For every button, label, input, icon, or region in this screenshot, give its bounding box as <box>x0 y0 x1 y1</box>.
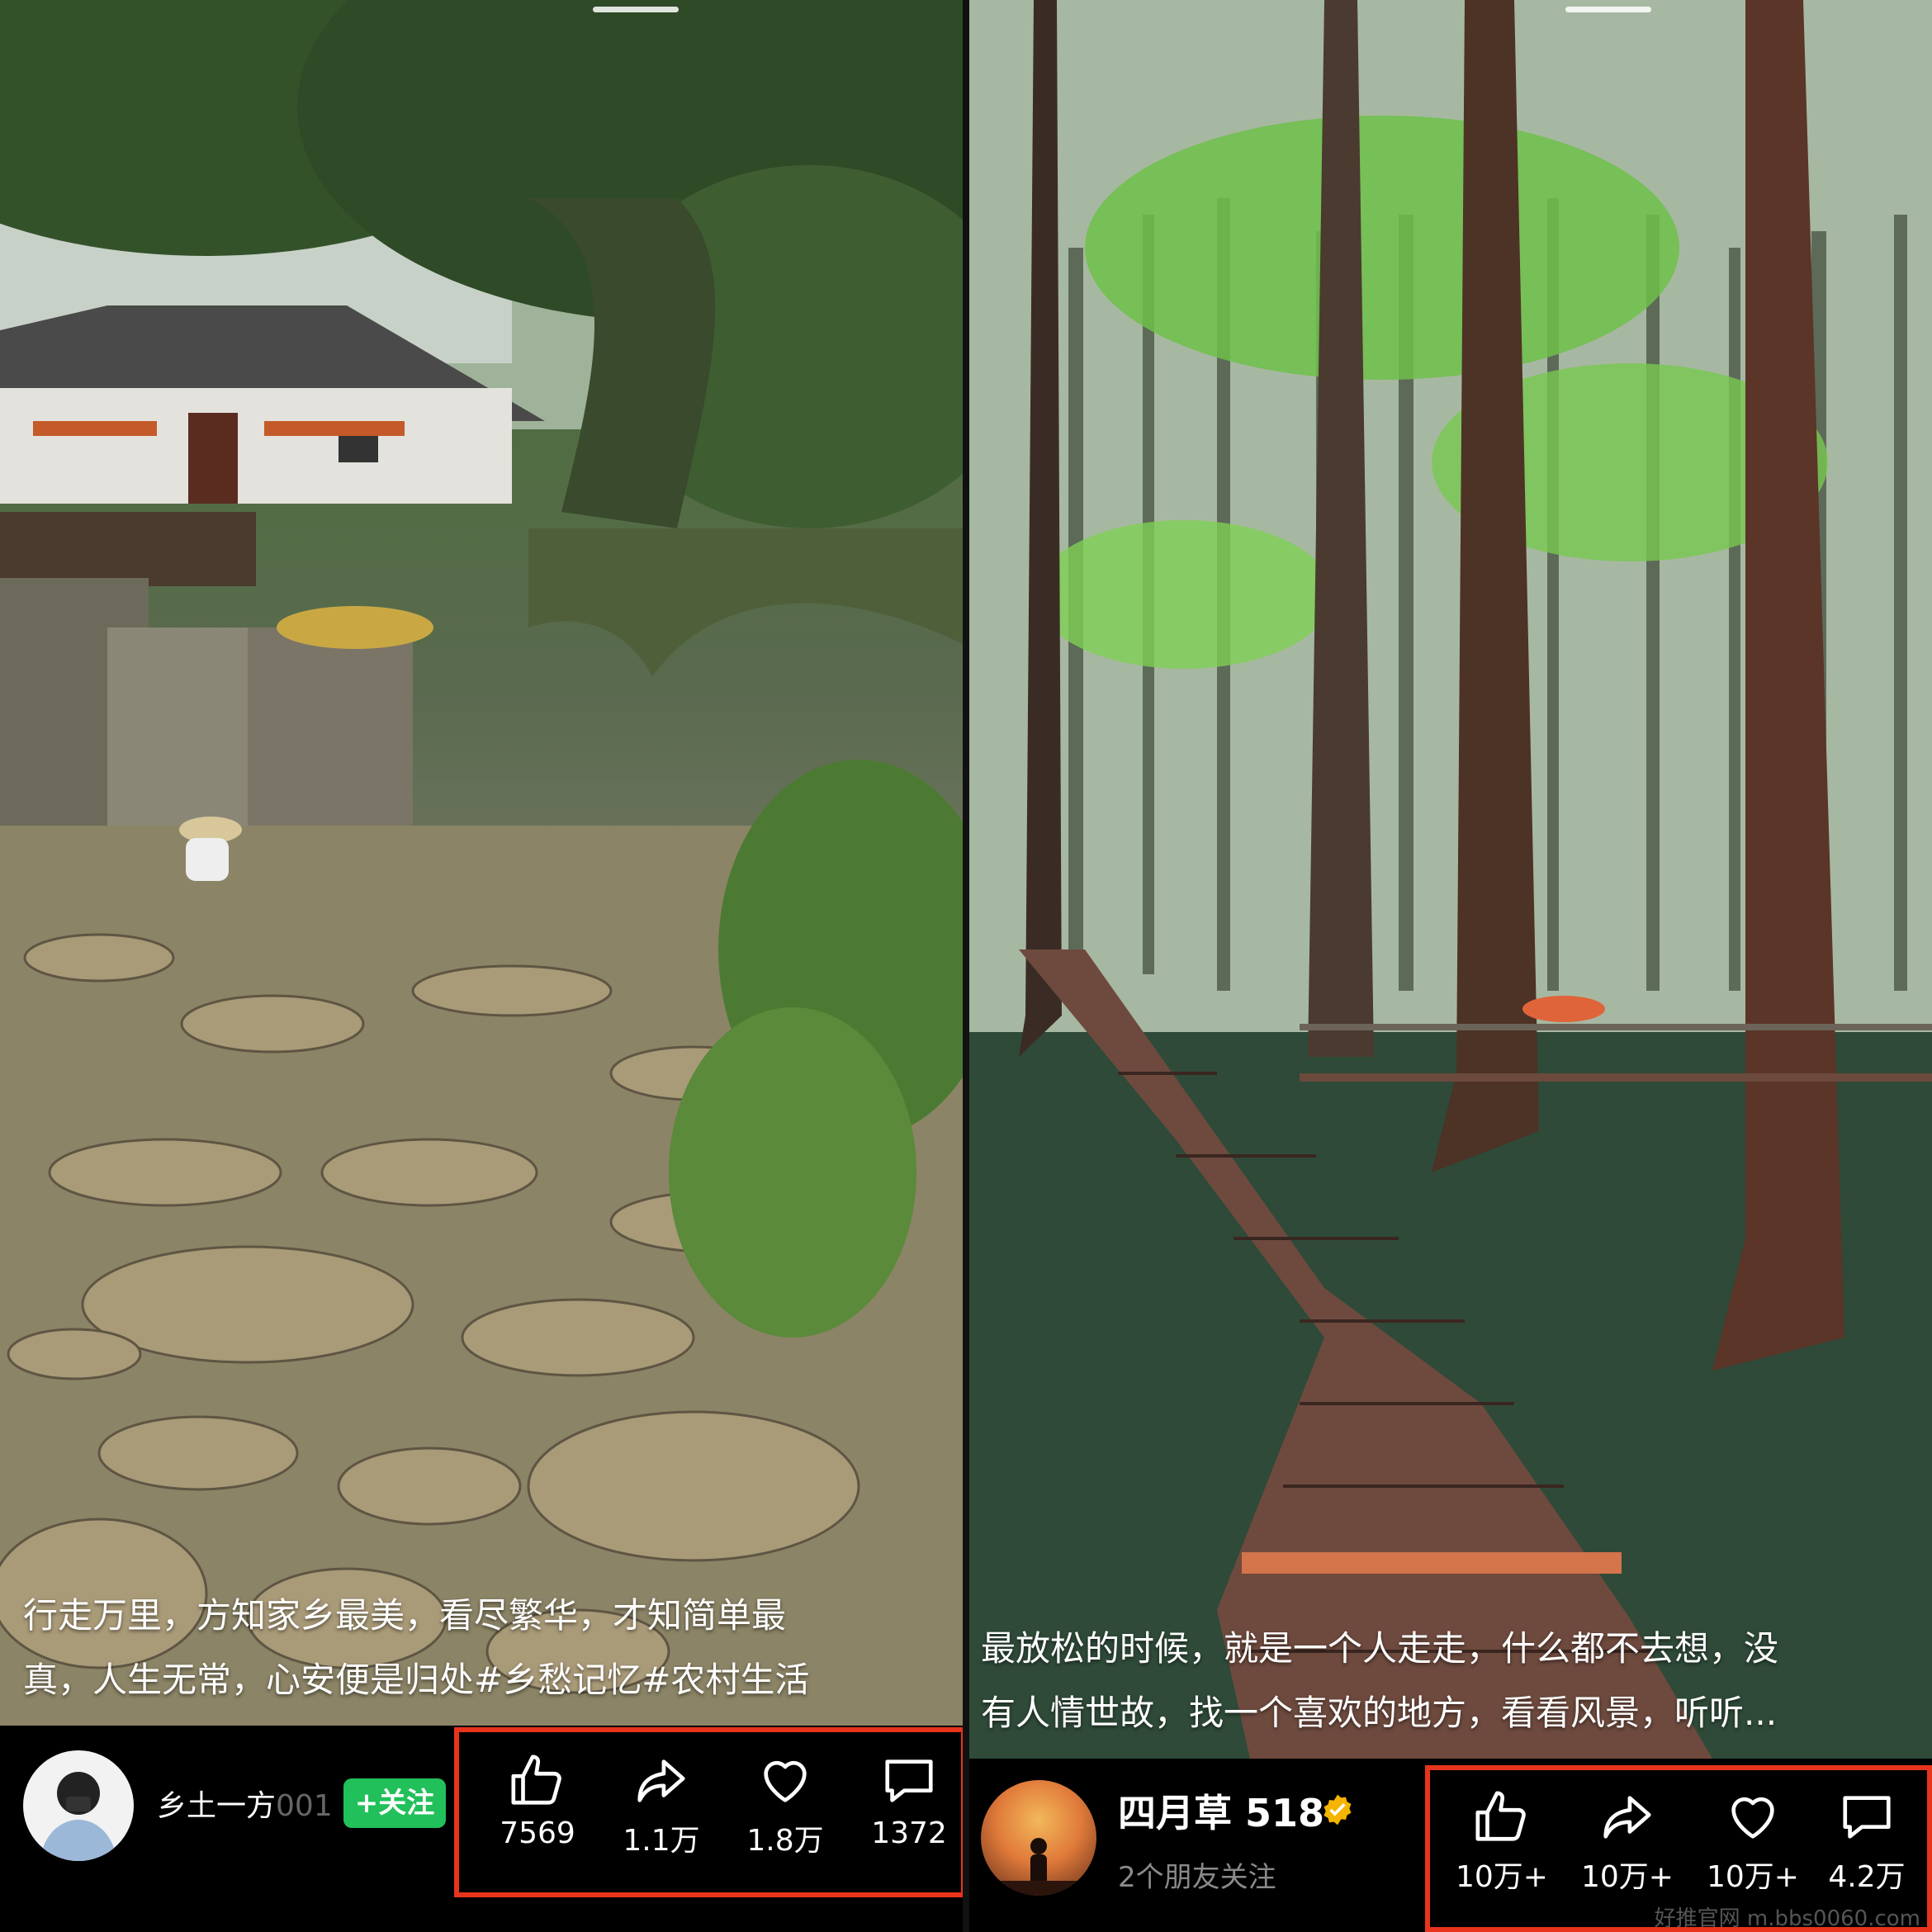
left-bottom-bar: 乡土一方001 +关注 7569 1.1万 1.8万 1372 <box>0 1726 963 1932</box>
favorite-count: 1.8万 <box>746 1824 824 1858</box>
author-avatar[interactable] <box>981 1780 1096 1896</box>
village-stream-scene <box>0 0 963 1726</box>
comment-icon <box>885 1759 933 1802</box>
site-watermark: 好推官网 m.bbs0060.com <box>1654 1906 1920 1931</box>
author-name[interactable]: 乡土一方001 <box>157 1782 333 1825</box>
panel-divider <box>963 0 969 1932</box>
home-indicator <box>1565 7 1651 12</box>
share-arrow-icon <box>1603 1796 1651 1839</box>
comment-button[interactable]: 4.2万 <box>1805 1788 1929 1896</box>
caption-line-1: 行走万里，方知家乡最美，看尽繁华，才知简单最 <box>23 1595 787 1636</box>
author-name-suffix: 001 <box>276 1789 333 1823</box>
right-bottom-bar: 四月草 518 2个朋友关注 10万+ 10万+ 10万+ 4.2万 好推官网 … <box>969 1759 1932 1932</box>
share-count: 1.1万 <box>623 1824 700 1858</box>
like-count: 7569 <box>500 1816 575 1850</box>
left-video-post: 行走万里，方知家乡最美，看尽繁华，才知简单最 真，人生无常，心安便是归处#乡愁记… <box>0 0 963 1932</box>
author-name[interactable]: 四月草 518 <box>1118 1783 1324 1838</box>
friends-following-text: 2个朋友关注 <box>1118 1861 1276 1894</box>
video-frame-village-stream[interactable]: 行走万里，方知家乡最美，看尽繁华，才知简单最 真，人生无常，心安便是归处#乡愁记… <box>0 0 963 1726</box>
thumbs-up-icon <box>1475 1791 1526 1841</box>
like-button[interactable]: 10万+ <box>1440 1788 1564 1896</box>
share-count: 10万+ <box>1581 1860 1674 1894</box>
forest-boardwalk-scene <box>969 0 1932 1759</box>
like-button[interactable]: 7569 <box>476 1752 599 1850</box>
left-caption: 行走万里，方知家乡最美，看尽繁华，才知简单最 真，人生无常，心安便是归处#乡愁记… <box>23 1584 931 1712</box>
right-video-post: 最放松的时候，就是一个人走走，什么都不去想，没 有人情世故，找一个喜欢的地方，看… <box>969 0 1932 1932</box>
photographer-avatar-icon <box>40 1772 117 1861</box>
favorite-button[interactable]: 10万+ <box>1691 1788 1815 1896</box>
share-arrow-icon <box>637 1759 685 1802</box>
favorite-button[interactable]: 1.8万 <box>723 1752 847 1859</box>
author-avatar[interactable] <box>23 1750 134 1861</box>
thumbs-up-icon <box>511 1754 561 1805</box>
like-count: 10万+ <box>1456 1860 1548 1894</box>
right-caption: 最放松的时候，就是一个人走走，什么都不去想，没 有人情世故，找一个喜欢的地方，看… <box>981 1617 1889 1745</box>
follow-button[interactable]: +关注 <box>343 1778 446 1828</box>
screenshot-collage: 行走万里，方知家乡最美，看尽繁华，才知简单最 真，人生无常，心安便是归处#乡愁记… <box>0 0 1932 1932</box>
favorite-count: 10万+ <box>1707 1860 1799 1894</box>
share-button[interactable]: 10万+ <box>1565 1788 1689 1896</box>
heart-icon <box>1731 1797 1774 1839</box>
comment-count: 1372 <box>871 1816 947 1850</box>
sunset-silhouette-avatar-icon <box>981 1838 1096 1896</box>
home-indicator <box>593 7 679 12</box>
verified-badge-icon <box>1324 1794 1352 1825</box>
caption-line-2: 有人情世故，找一个喜欢的地方，看看风景，听听... <box>981 1693 1778 1733</box>
caption-line-2: 真，人生无常，心安便是归处#乡愁记忆#农村生活 <box>23 1660 810 1700</box>
video-frame-forest-boardwalk[interactable]: 最放松的时候，就是一个人走走，什么都不去想，没 有人情世故，找一个喜欢的地方，看… <box>969 0 1932 1759</box>
heart-icon <box>764 1760 807 1802</box>
author-name-text: 乡土一方 <box>157 1789 277 1823</box>
comment-icon <box>1843 1796 1891 1839</box>
caption-line-1: 最放松的时候，就是一个人走走，什么都不去想，没 <box>981 1628 1779 1669</box>
comment-count: 4.2万 <box>1828 1860 1906 1894</box>
comment-button[interactable]: 1372 <box>847 1752 963 1850</box>
share-button[interactable]: 1.1万 <box>599 1752 723 1859</box>
